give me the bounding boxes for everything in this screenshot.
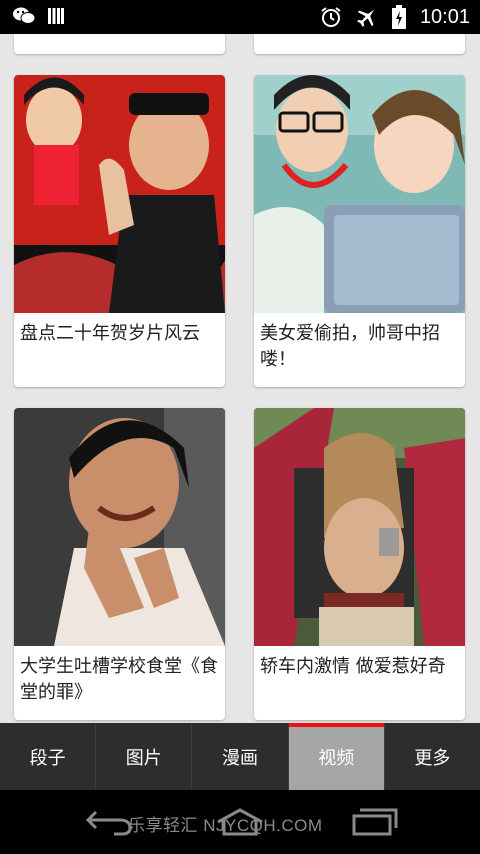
car-scene-photo-image	[254, 408, 465, 646]
video-card[interactable]	[14, 34, 225, 54]
video-title: 轿车内激情 做爱惹好奇	[260, 656, 446, 677]
tab-pictures[interactable]: 图片	[95, 723, 191, 790]
wechat-icon	[13, 7, 36, 24]
watermark-text: 乐享轻汇 NJYCQH.COM	[128, 816, 323, 835]
clock: 10:01	[419, 6, 470, 28]
alarm-icon	[321, 7, 341, 27]
man-expression-portrait-image	[14, 408, 225, 646]
bottom-tab-bar: 段子 图片 漫画 视频 更多	[0, 723, 480, 790]
system-nav-bar: 乐享轻汇 NJYCQH.COM	[0, 790, 480, 854]
video-card[interactable]: 盘点二十年贺岁片风云	[14, 75, 225, 387]
video-card[interactable]: 轿车内激情 做爱惹好奇	[254, 408, 465, 720]
battery-charging-icon	[391, 5, 406, 29]
back-icon[interactable]	[84, 806, 134, 838]
video-card[interactable]: 大学生吐槽学校食堂《食堂的罪》	[14, 408, 225, 720]
couple-selfie-tablet-image	[254, 75, 465, 313]
tab-comics[interactable]: 漫画	[191, 723, 287, 790]
video-title: 美女爱偷拍，帅哥中招喽！	[260, 323, 440, 370]
recent-apps-icon[interactable]	[350, 806, 400, 838]
comedy-film-poster-image	[14, 75, 225, 313]
video-title: 盘点二十年贺岁片风云	[20, 323, 200, 344]
tab-more[interactable]: 更多	[383, 723, 480, 790]
video-title: 大学生吐槽学校食堂《食堂的罪》	[20, 656, 218, 703]
video-card[interactable]	[254, 34, 465, 54]
video-feed[interactable]: 盘点二十年贺岁片风云 美女爱偷拍，帅哥中招喽！ 大学生吐槽学校食堂《食堂的罪》 …	[0, 34, 480, 723]
tab-jokes[interactable]: 段子	[0, 723, 95, 790]
tab-videos[interactable]: 视频	[287, 723, 385, 790]
signal-bars-icon	[48, 8, 64, 24]
video-card[interactable]: 美女爱偷拍，帅哥中招喽！	[254, 75, 465, 387]
status-bar: 10:01	[0, 0, 480, 34]
airplane-mode-icon	[357, 9, 375, 27]
